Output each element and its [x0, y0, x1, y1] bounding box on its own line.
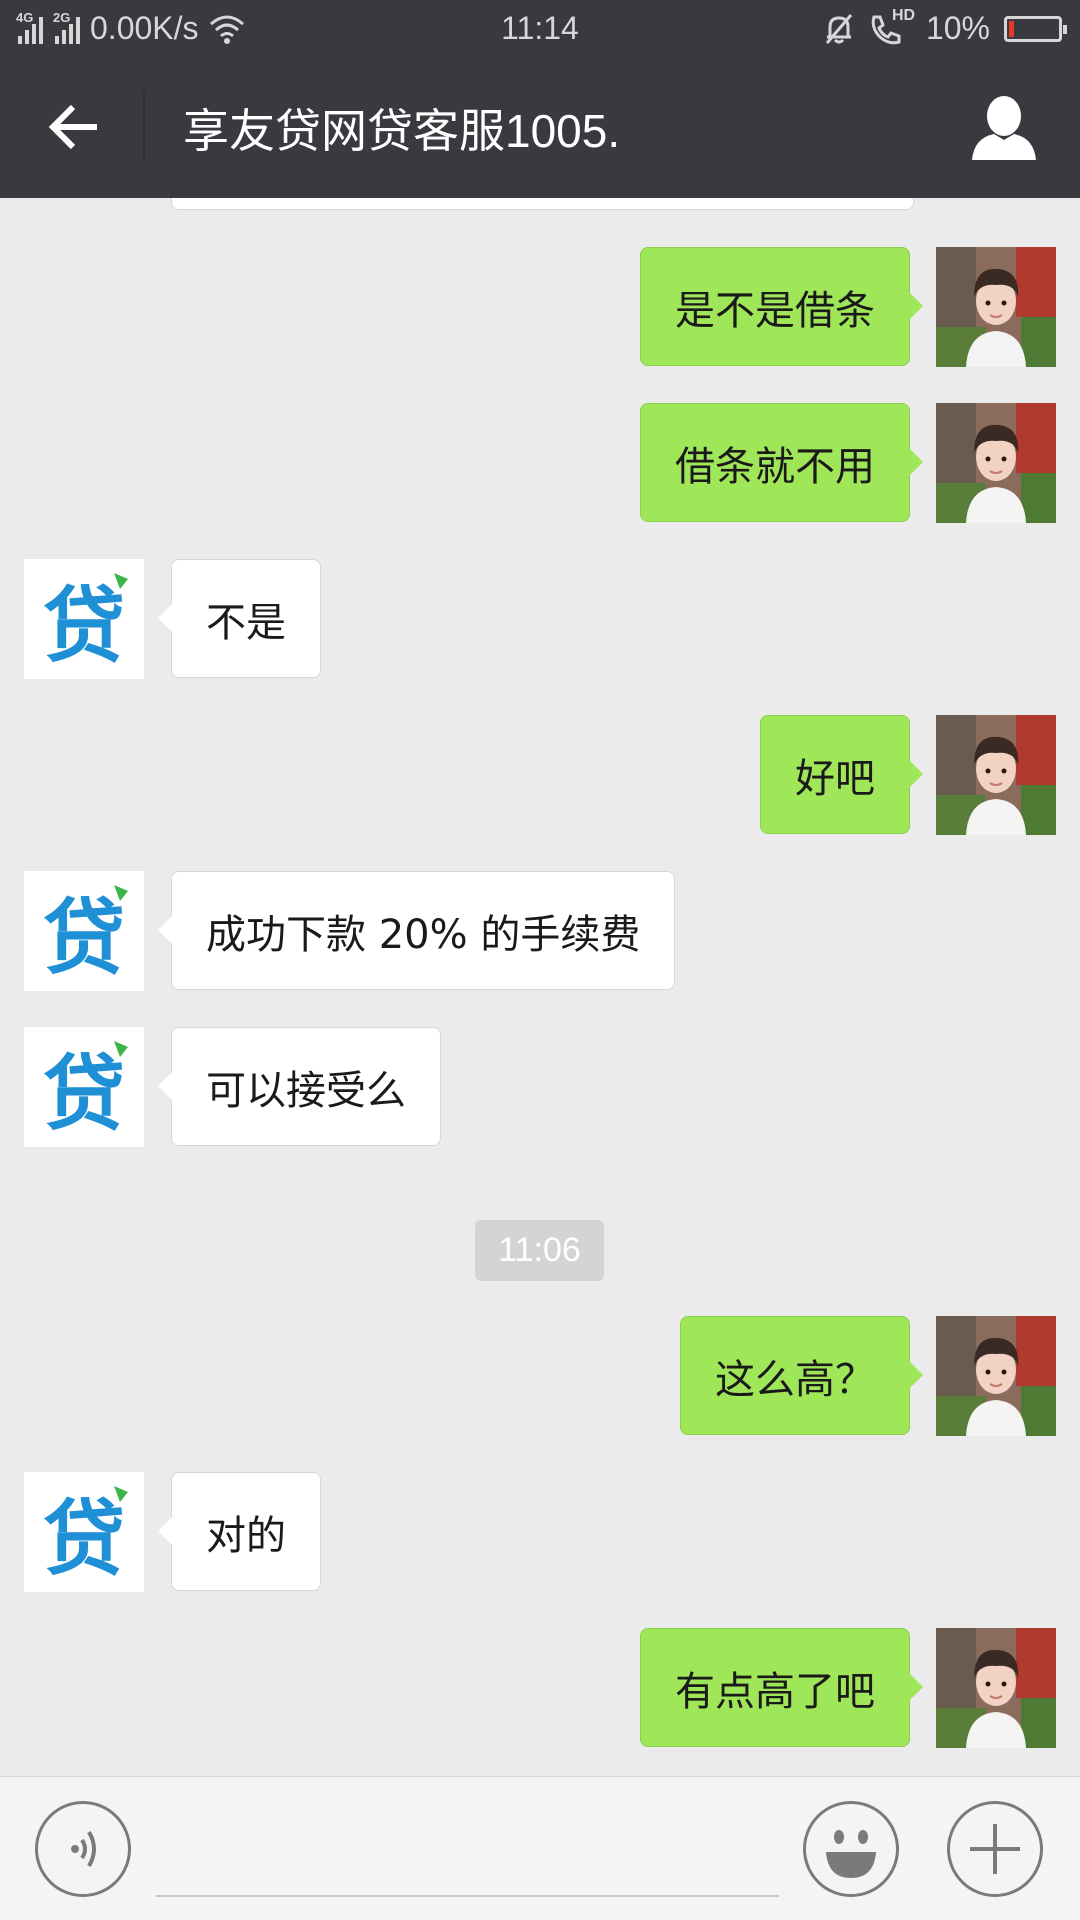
sent-message-bubble[interactable]: 是不是借条 [640, 247, 923, 366]
message-row: 贷 对的 [0, 1472, 1080, 1592]
message-time-divider: 11:06 [475, 1220, 604, 1281]
agent-avatar[interactable]: 贷 [24, 1472, 144, 1592]
my-avatar[interactable] [936, 247, 1056, 367]
voice-icon [71, 1830, 96, 1868]
message-row: 贷 成功下款 20% 的手续费 [0, 871, 1080, 991]
status-right: HD 10% [824, 0, 1067, 57]
my-avatar[interactable] [936, 403, 1056, 523]
received-message-bubble[interactable]: 可以接受么 [158, 1027, 441, 1146]
user-photo-icon [936, 1628, 1056, 1748]
agent-logo-glyph: 贷 [43, 1492, 125, 1587]
my-avatar[interactable] [936, 1316, 1056, 1436]
back-button[interactable] [34, 87, 114, 167]
chat-title: 享友贷网贷客服1005. [183, 104, 621, 157]
hd-label: HD [891, 6, 916, 24]
message-row: 是不是借条 [0, 247, 1080, 367]
message-row: 这么高？ [0, 1316, 1080, 1436]
received-message-bubble[interactable]: 对的 [158, 1472, 321, 1591]
emoji-button[interactable] [803, 1801, 899, 1897]
more-button[interactable] [947, 1801, 1043, 1897]
user-icon [972, 96, 1036, 160]
chat-header: 享友贷网贷客服1005. [0, 57, 1080, 198]
previous-message-bubble [171, 198, 914, 210]
loan-logo-icon: 贷 [24, 559, 144, 679]
agent-avatar[interactable]: 贷 [24, 871, 144, 991]
agent-avatar[interactable]: 贷 [24, 1027, 144, 1147]
sent-message-bubble[interactable]: 好吧 [760, 715, 923, 834]
message-row: 贷 可以接受么 [0, 1027, 1080, 1147]
user-photo-icon [936, 403, 1056, 523]
sent-message-bubble[interactable]: 有点高了吧 [640, 1628, 923, 1747]
user-photo-icon [936, 247, 1056, 367]
message-row: 好吧 [0, 715, 1080, 835]
plus-icon [970, 1824, 1020, 1874]
my-avatar[interactable] [936, 1628, 1056, 1748]
battery-percent: 10% [925, 10, 990, 46]
agent-avatar[interactable]: 贷 [24, 559, 144, 679]
bell-muted-icon [825, 13, 853, 44]
message-row: 借条就不用 [0, 403, 1080, 523]
agent-logo-glyph: 贷 [43, 579, 125, 674]
header-divider [143, 91, 145, 163]
voice-input-button[interactable] [35, 1801, 131, 1897]
agent-logo-glyph: 贷 [43, 891, 125, 986]
message-row: 贷 不是 [0, 559, 1080, 679]
message-list[interactable]: 是不是借条 借条就不用 贷 不是 好吧 贷 成功下款 20% 的手续费 贷 可以… [0, 198, 1080, 1776]
received-message-bubble[interactable]: 成功下款 20% 的手续费 [157, 871, 676, 990]
message-row: 有点高了吧 [0, 1628, 1080, 1748]
battery-icon [1004, 15, 1067, 42]
my-avatar[interactable] [936, 715, 1056, 835]
sent-message-bubble[interactable]: 这么高？ [680, 1316, 923, 1435]
hd-call-icon: HD [868, 7, 915, 47]
sent-message-bubble[interactable]: 借条就不用 [640, 403, 923, 522]
loan-logo-icon: 贷 [24, 871, 144, 991]
input-bar [0, 1776, 1080, 1920]
user-photo-icon [936, 1316, 1056, 1436]
loan-logo-icon: 贷 [24, 1027, 144, 1147]
agent-logo-glyph: 贷 [43, 1047, 125, 1142]
smiley-icon [826, 1830, 876, 1878]
received-message-bubble[interactable]: 不是 [158, 559, 321, 678]
chat-info-button[interactable] [968, 92, 1040, 164]
arrow-left-icon [48, 104, 97, 150]
loan-logo-icon: 贷 [24, 1472, 144, 1592]
status-bar: 4G 2G 0.00K/s 11:14 HD 10% [0, 0, 1080, 57]
battery-fill [1009, 20, 1014, 37]
user-photo-icon [936, 715, 1056, 835]
message-input[interactable] [156, 1807, 779, 1897]
